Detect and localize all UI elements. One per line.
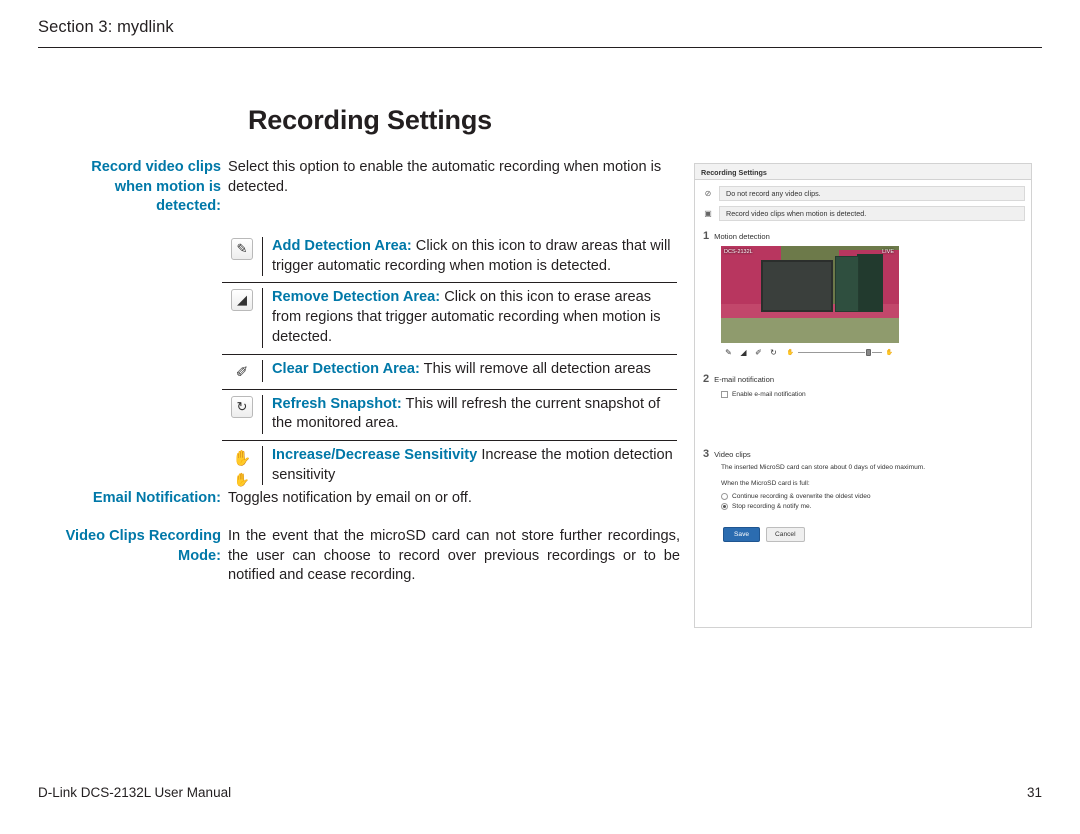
definition-row-record-video-clips: Record video clips when motion is detect… xyxy=(60,158,685,217)
save-button[interactable]: Save xyxy=(723,527,761,542)
record-motion-icon: ▣ xyxy=(704,209,712,218)
slider-track-right xyxy=(872,352,882,353)
header-divider xyxy=(38,47,1042,48)
page-title: Recording Settings xyxy=(248,105,492,135)
motion-preview-wrapper: DCS-2132L LIVE ✎ ◢ ✐ ↻ ✋ ✋ xyxy=(721,246,1025,359)
sensitivity-slider[interactable]: ✋ ✋ xyxy=(781,346,899,359)
stop-notify-radio[interactable] xyxy=(721,503,728,510)
clear-area-icon: ✐ xyxy=(235,363,249,381)
refresh-icon[interactable]: ↻ xyxy=(766,346,781,359)
enable-email-label: Enable e-mail notification xyxy=(732,391,806,398)
product-ui-screenshot: Recording Settings ⊘ Do not record any v… xyxy=(694,163,1032,628)
sd-capacity-note: The inserted MicroSD card can store abou… xyxy=(721,464,926,471)
slider-track xyxy=(798,352,865,353)
definition-label: Record video clips when motion is detect… xyxy=(91,159,221,215)
option-row-record-on-motion[interactable]: ▣ Record video clips when motion is dete… xyxy=(701,206,1025,221)
icon-reference-table: ✎ Add Detection Area: Click on this icon… xyxy=(222,232,677,497)
definition-label: Email Notification: xyxy=(92,490,221,507)
enable-email-checkbox[interactable] xyxy=(721,391,728,398)
icon-term: Remove Detection Area: xyxy=(272,289,441,306)
icon-description: Refresh Snapshot: This will refresh the … xyxy=(262,394,677,434)
icon-term: Clear Detection Area: xyxy=(272,360,420,377)
option-label[interactable]: Do not record any video clips. xyxy=(719,186,1025,201)
icon-cell: ✎ xyxy=(222,237,262,260)
screenshot-window-title: Recording Settings xyxy=(695,164,1031,180)
icon-description: Clear Detection Area: This will remove a… xyxy=(262,359,677,382)
definition-label: Video Clips Recording Mode: xyxy=(65,527,221,564)
section-email-notification: 2 E-mail notification xyxy=(703,373,1025,385)
eraser-icon[interactable]: ◢ xyxy=(736,346,751,359)
section-label: E-mail notification xyxy=(714,374,775,384)
option-row-no-record[interactable]: ⊘ Do not record any video clips. xyxy=(701,186,1025,201)
pencil-icon: ✎ xyxy=(231,238,253,260)
hand-low-icon: ✋ xyxy=(786,350,795,356)
section-video-clips: 3 Video clips xyxy=(703,448,1025,460)
icon-row-clear-detection-area: ✐ Clear Detection Area: This will remove… xyxy=(222,355,677,390)
icon-description: Remove Detection Area: Click on this ico… xyxy=(262,288,677,348)
icon-cell: ✋ ✋ xyxy=(222,446,262,491)
page-header: Section 3: mydlink xyxy=(38,18,1042,48)
screenshot-button-row: Save Cancel xyxy=(723,527,1025,542)
preview-panel xyxy=(761,260,833,312)
hand-high-icon: ✋ xyxy=(232,449,252,467)
stop-notify-label: Stop recording & notify me. xyxy=(732,503,812,510)
preview-toolbar: ✎ ◢ ✐ ↻ ✋ ✋ xyxy=(721,343,899,359)
no-record-icon: ⊘ xyxy=(704,189,712,198)
icon-row-remove-detection-area: ◢ Remove Detection Area: Click on this i… xyxy=(222,283,677,355)
icon-description: Add Detection Area: Click on this icon t… xyxy=(262,237,677,277)
definition-body: In the event that the microSD card can n… xyxy=(228,527,680,584)
definition-row-video-clips-mode: Video Clips Recording Mode: In the event… xyxy=(60,527,685,586)
definition-body: Select this option to enable the automat… xyxy=(228,159,662,195)
section-label: Section 3: mydlink xyxy=(38,18,174,36)
hand-low-icon: ✋ xyxy=(233,471,251,487)
camera-preview[interactable]: DCS-2132L LIVE xyxy=(721,246,899,343)
overwrite-label: Continue recording & overwrite the oldes… xyxy=(732,493,871,500)
preview-osd-left: DCS-2132L xyxy=(724,249,753,255)
icon-cell: ↻ xyxy=(222,395,262,418)
preview-panel-right xyxy=(835,256,859,312)
hand-high-icon: ✋ xyxy=(885,350,894,356)
icon-cell: ◢ xyxy=(222,288,262,312)
radio-row-stop-notify[interactable]: Stop recording & notify me. xyxy=(721,503,1025,510)
icon-description: Increase/Decrease Sensitivity Increase t… xyxy=(262,445,677,486)
sd-full-note: When the MicroSD card is full: xyxy=(721,480,810,487)
section-number: 1 xyxy=(703,230,710,242)
enable-email-notification-row[interactable]: Enable e-mail notification xyxy=(721,391,1025,398)
icon-row-add-detection-area: ✎ Add Detection Area: Click on this icon… xyxy=(222,232,677,284)
slider-knob[interactable] xyxy=(866,349,871,356)
radio-row-overwrite[interactable]: Continue recording & overwrite the oldes… xyxy=(721,493,1025,500)
preview-osd-right: LIVE xyxy=(882,249,894,255)
section-motion-detection: 1 Motion detection xyxy=(703,230,1025,242)
screenshot-body: ⊘ Do not record any video clips. ▣ Recor… xyxy=(695,180,1031,542)
icon-row-sensitivity: ✋ ✋ Increase/Decrease Sensitivity Increa… xyxy=(222,441,677,497)
icon-cell: ✐ xyxy=(222,360,262,383)
cancel-button[interactable]: Cancel xyxy=(766,527,805,542)
section-number: 2 xyxy=(703,373,710,385)
icon-text: This will remove all detection areas xyxy=(419,360,651,377)
option-label[interactable]: Record video clips when motion is detect… xyxy=(719,206,1025,221)
section-label: Video clips xyxy=(714,449,751,459)
footer-manual-title: D-Link DCS-2132L User Manual xyxy=(38,785,232,800)
section-label: Motion detection xyxy=(714,231,770,241)
section-number: 3 xyxy=(703,448,710,460)
clear-area-icon[interactable]: ✐ xyxy=(751,346,766,359)
page-footer: D-Link DCS-2132L User Manual 31 xyxy=(38,785,1042,800)
refresh-icon: ↻ xyxy=(231,395,253,418)
icon-term: Increase/Decrease Sensitivity xyxy=(272,446,478,463)
icon-row-refresh-snapshot: ↻ Refresh Snapshot: This will refresh th… xyxy=(222,390,677,441)
icon-term: Refresh Snapshot: xyxy=(272,395,402,412)
preview-dark-area xyxy=(857,254,883,312)
footer-page-number: 31 xyxy=(1026,785,1042,800)
pencil-icon[interactable]: ✎ xyxy=(721,346,736,359)
preview-floor-front xyxy=(721,318,899,343)
eraser-icon: ◢ xyxy=(231,289,253,312)
document-page: Section 3: mydlink Recording Settings Re… xyxy=(0,0,1080,834)
icon-term: Add Detection Area: xyxy=(272,238,412,254)
overwrite-radio[interactable] xyxy=(721,493,728,500)
